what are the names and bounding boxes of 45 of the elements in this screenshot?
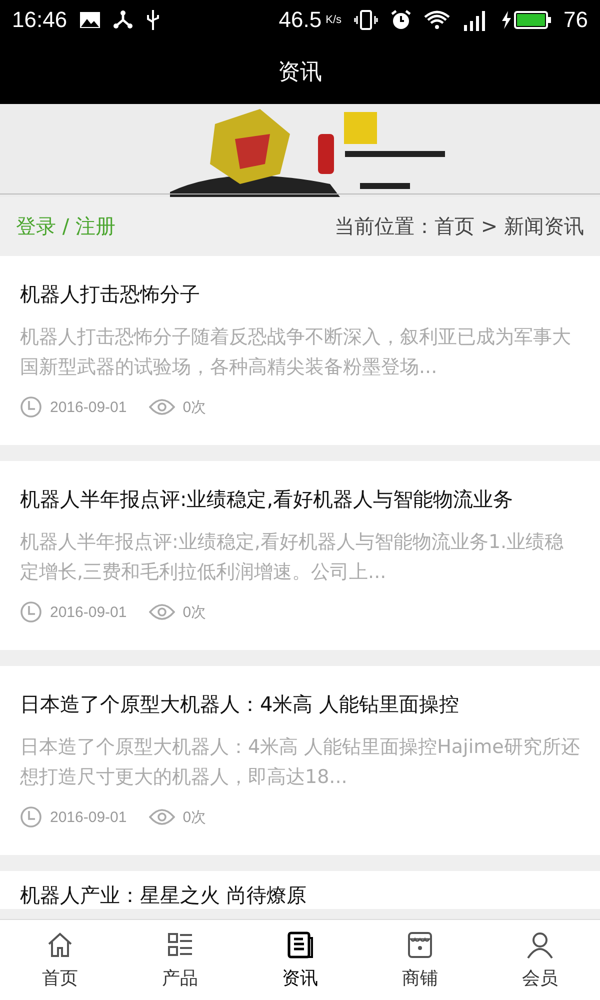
article-card[interactable]: 日本造了个原型大机器人：4米高 人能钻里面操控 日本造了个原型大机器人：4米高 人能钻里面操控Hajime研究所还想打造尺寸更大的机器人，即高达18... 2016-09-01 0次 — [0, 666, 600, 855]
view-count: 0次 — [182, 602, 206, 622]
page-title: 资讯 — [278, 59, 322, 87]
view-count: 0次 — [182, 398, 206, 416]
article-title: 机器人打击恐怖分子 — [20, 281, 201, 308]
view-count: 0次 — [182, 808, 206, 826]
share-icon — [113, 10, 134, 30]
article-card[interactable]: 机器人半年报点评:业绩稳定,看好机器人与智能物流业务 机器人半年报点评:业绩稳定,看好机器人与智能物流业务1.业绩稳定增长,三费和毛利拉低利润增速。公司上... 2016-09-01 0次 — [0, 461, 600, 650]
eye-icon — [148, 809, 175, 825]
nav-tab[interactable]: 资讯 — [240, 920, 360, 1000]
breadcrumb: 当前位置：首页 > 新闻资讯 — [334, 213, 584, 240]
nav-tab[interactable]: 商铺 — [360, 920, 480, 1000]
article-summary: 日本造了个原型大机器人：4米高 人能钻里面操控Hajime研究所还想打造尺寸更大的机器人，即高达18... — [20, 735, 580, 790]
article-title: 日本造了个原型大机器人：4米高 人能钻里面操控 — [20, 691, 460, 718]
document-icon — [285, 930, 315, 960]
vibrate-icon — [354, 9, 378, 31]
nav-tab[interactable]: 首页 — [0, 920, 120, 1000]
clock-icon — [20, 601, 42, 623]
eye-icon — [148, 399, 175, 415]
eye-icon — [148, 604, 175, 620]
image-icon — [79, 11, 102, 29]
article-summary: 机器人打击恐怖分子随着反恐战争不断深入，叙利亚已成为军事大国新型武器的试验场，各种高精尖装备粉墨登场... — [20, 325, 572, 380]
nav-tab[interactable]: 会员 — [480, 920, 600, 1000]
signal-icon — [462, 9, 488, 31]
clock-icon — [20, 806, 42, 828]
article-card[interactable]: 机器人打击恐怖分子 机器人打击恐怖分子随着反恐战争不断深入，叙利亚已成为军事大国新型武器的试验场，各种高精尖装备粉墨登场... 2016-09-01 0次 — [0, 256, 600, 445]
status-time: 16:46 — [12, 7, 68, 33]
network-speed: 46.5 — [278, 7, 322, 33]
article-card[interactable]: 机器人产业：星星之火 尚待燎原 — [0, 871, 600, 909]
article-summary: 机器人半年报点评:业绩稳定,看好机器人与智能物流业务1.业绩稳定增长,三费和毛利拉低利润增速。公司上... — [20, 530, 565, 585]
speed-unit: K/s — [326, 14, 342, 26]
nav-tab[interactable]: 产品 — [120, 920, 240, 1000]
usb-icon — [145, 9, 162, 31]
person-icon — [525, 930, 555, 960]
article-title: 机器人半年报点评:业绩稳定,看好机器人与智能物流业务 — [20, 486, 514, 513]
article-title: 机器人产业：星星之火 尚待燎原 — [20, 882, 308, 909]
store-icon — [405, 930, 435, 960]
battery-icon — [500, 9, 552, 31]
clock-icon — [20, 396, 42, 418]
alarm-icon — [390, 9, 412, 31]
wifi-icon — [424, 10, 450, 30]
battery-level: 76 — [564, 7, 588, 33]
article-date: 2016-09-01 — [50, 604, 127, 620]
article-date: 2016-09-01 — [50, 398, 127, 416]
article-date: 2016-09-01 — [50, 808, 127, 826]
